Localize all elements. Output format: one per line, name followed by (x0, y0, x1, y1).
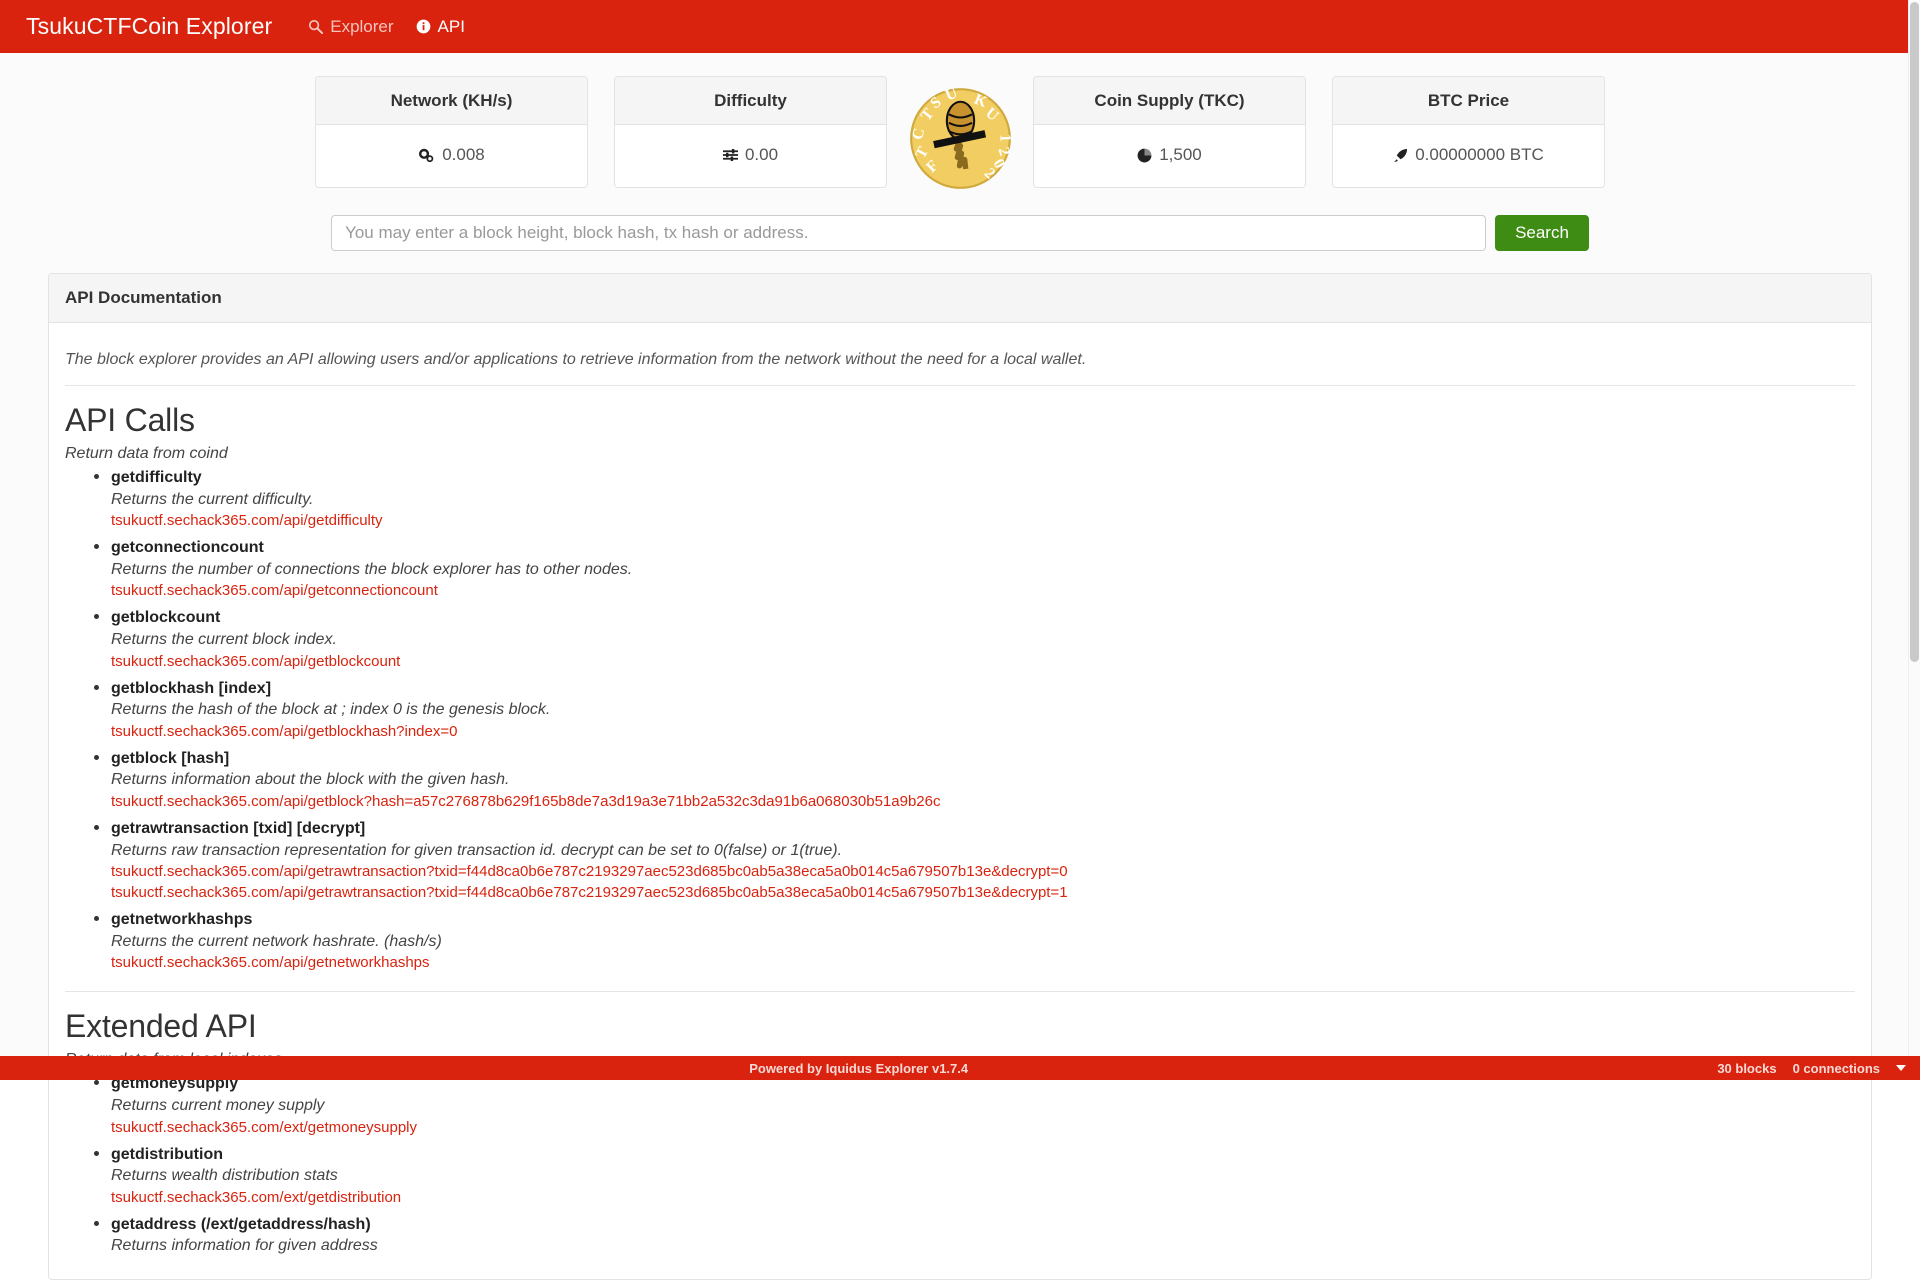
list-item: getnetworkhashps Returns the current net… (111, 909, 1855, 973)
footer-block-count: 30 blocks (1717, 1061, 1776, 1076)
call-desc: Returns the current difficulty. (111, 489, 1855, 511)
stat-body-difficulty: 0.00 (615, 125, 886, 187)
footer-powered-by: Powered by Iquidus Explorer v1.7.4 (0, 1061, 1717, 1076)
call-desc: Returns information for given address (111, 1235, 1855, 1257)
search-input[interactable] (331, 215, 1486, 251)
call-name: getdifficulty (111, 467, 1855, 489)
call-url[interactable]: tsukuctf.sechack365.com/api/getblockcoun… (111, 651, 1855, 672)
call-name: getblockhash [index] (111, 678, 1855, 700)
call-url[interactable]: tsukuctf.sechack365.com/api/getblock?has… (111, 791, 1855, 812)
search-inner: Search (331, 215, 1589, 251)
call-desc: Returns the current network hashrate. (h… (111, 931, 1855, 953)
list-item: getconnectioncount Returns the number of… (111, 537, 1855, 601)
panel-intro: The block explorer provides an API allow… (65, 341, 1855, 385)
chevron-down-icon[interactable] (1896, 1065, 1906, 1071)
cogs-icon (418, 148, 435, 163)
tsukuctf-coin-logo: T T S U K U C T F 2 0 2 1 (900, 76, 1020, 191)
page-scrollbar[interactable] (1908, 0, 1920, 1080)
list-item: getblockhash [index] Returns the hash of… (111, 678, 1855, 742)
stat-card-coin-supply: Coin Supply (TKC) 1,500 (1033, 76, 1306, 188)
stat-title-difficulty: Difficulty (615, 77, 886, 125)
call-url[interactable]: tsukuctf.sechack365.com/api/getconnectio… (111, 580, 1855, 601)
stat-body-network: 0.008 (316, 125, 587, 187)
call-url[interactable]: tsukuctf.sechack365.com/api/getrawtransa… (111, 882, 1855, 903)
list-item: getaddress (/ext/getaddress/hash) Return… (111, 1214, 1855, 1257)
nav-link-explorer[interactable]: Explorer (308, 17, 393, 37)
call-url[interactable]: tsukuctf.sechack365.com/ext/getdistribut… (111, 1187, 1855, 1208)
call-url[interactable]: tsukuctf.sechack365.com/api/getnetworkha… (111, 952, 1855, 973)
call-url[interactable]: tsukuctf.sechack365.com/ext/getmoneysupp… (111, 1117, 1855, 1138)
stat-body-btc-price: 0.00000000 BTC (1333, 125, 1604, 187)
svg-text:1: 1 (996, 134, 1013, 143)
extended-api-call-list: getmoneysupply Returns current money sup… (65, 1073, 1855, 1257)
call-name: getnetworkhashps (111, 909, 1855, 931)
call-url[interactable]: tsukuctf.sechack365.com/api/getblockhash… (111, 721, 1855, 742)
stat-title-network: Network (KH/s) (316, 77, 587, 125)
call-name: getrawtransaction [txid] [decrypt] (111, 818, 1855, 840)
divider (65, 991, 1855, 992)
search-icon (308, 19, 323, 34)
stat-value-network: 0.008 (442, 145, 485, 165)
call-name: getdistribution (111, 1144, 1855, 1166)
stat-value-coin-supply: 1,500 (1159, 145, 1202, 165)
info-icon (416, 19, 431, 34)
search-button[interactable]: Search (1495, 215, 1589, 251)
list-item: getrawtransaction [txid] [decrypt] Retur… (111, 818, 1855, 903)
list-item: getdistribution Returns wealth distribut… (111, 1144, 1855, 1208)
footer: Powered by Iquidus Explorer v1.7.4 30 bl… (0, 1056, 1920, 1080)
call-desc: Returns wealth distribution stats (111, 1165, 1855, 1187)
section-heading-api-calls: API Calls (65, 402, 1855, 439)
call-desc: Returns the current block index. (111, 629, 1855, 651)
rocket-icon (1393, 148, 1408, 163)
footer-status: 30 blocks 0 connections (1717, 1061, 1920, 1076)
stat-value-btc-price: 0.00000000 BTC (1415, 145, 1544, 165)
section-heading-extended-api: Extended API (65, 1008, 1855, 1045)
stat-title-coin-supply: Coin Supply (TKC) (1034, 77, 1305, 125)
scrollbar-thumb[interactable] (1910, 2, 1919, 662)
call-desc: Returns information about the block with… (111, 769, 1855, 791)
pie-chart-icon (1137, 148, 1152, 163)
stat-card-network: Network (KH/s) 0.008 (315, 76, 588, 188)
call-name: getaddress (/ext/getaddress/hash) (111, 1214, 1855, 1236)
call-name: getconnectioncount (111, 537, 1855, 559)
list-item: getblock [hash] Returns information abou… (111, 748, 1855, 812)
call-desc: Returns current money supply (111, 1095, 1855, 1117)
call-name: getblockcount (111, 607, 1855, 629)
stats-row: Network (KH/s) 0.008 Difficulty (0, 53, 1920, 191)
list-item: getdifficulty Returns the current diffic… (111, 467, 1855, 531)
page-root: TsukuCTFCoin Explorer Explorer API Netwo… (0, 0, 1920, 1080)
navbar: TsukuCTFCoin Explorer Explorer API (0, 0, 1920, 53)
call-name: getblock [hash] (111, 748, 1855, 770)
list-item: getblockcount Returns the current block … (111, 607, 1855, 671)
nav-links: Explorer API (308, 17, 465, 37)
api-documentation-panel: API Documentation The block explorer pro… (48, 273, 1872, 1280)
call-url[interactable]: tsukuctf.sechack365.com/api/getrawtransa… (111, 861, 1855, 882)
call-desc: Returns the hash of the block at ; index… (111, 699, 1855, 721)
stat-card-btc-price: BTC Price 0.00000000 BTC (1332, 76, 1605, 188)
stat-title-btc-price: BTC Price (1333, 77, 1604, 125)
api-call-list: getdifficulty Returns the current diffic… (65, 467, 1855, 973)
panel-title: API Documentation (49, 274, 1871, 323)
call-desc: Returns raw transaction representation f… (111, 840, 1855, 862)
nav-link-api[interactable]: API (416, 17, 465, 37)
list-item: getmoneysupply Returns current money sup… (111, 1073, 1855, 1137)
divider (65, 385, 1855, 386)
nav-link-api-label: API (438, 17, 465, 37)
section-subheading-api-calls: Return data from coind (65, 445, 1855, 463)
panel-body: The block explorer provides an API allow… (49, 323, 1871, 1279)
stat-value-difficulty: 0.00 (745, 145, 778, 165)
nav-link-explorer-label: Explorer (330, 17, 393, 37)
search-bar: Search (0, 215, 1920, 251)
brand-title[interactable]: TsukuCTFCoin Explorer (26, 13, 272, 40)
footer-connection-count: 0 connections (1793, 1061, 1880, 1076)
call-desc: Returns the number of connections the bl… (111, 559, 1855, 581)
call-url[interactable]: tsukuctf.sechack365.com/api/getdifficult… (111, 510, 1855, 531)
sliders-icon (723, 148, 738, 162)
stat-body-coin-supply: 1,500 (1034, 125, 1305, 187)
stat-card-difficulty: Difficulty 0.00 (614, 76, 887, 188)
